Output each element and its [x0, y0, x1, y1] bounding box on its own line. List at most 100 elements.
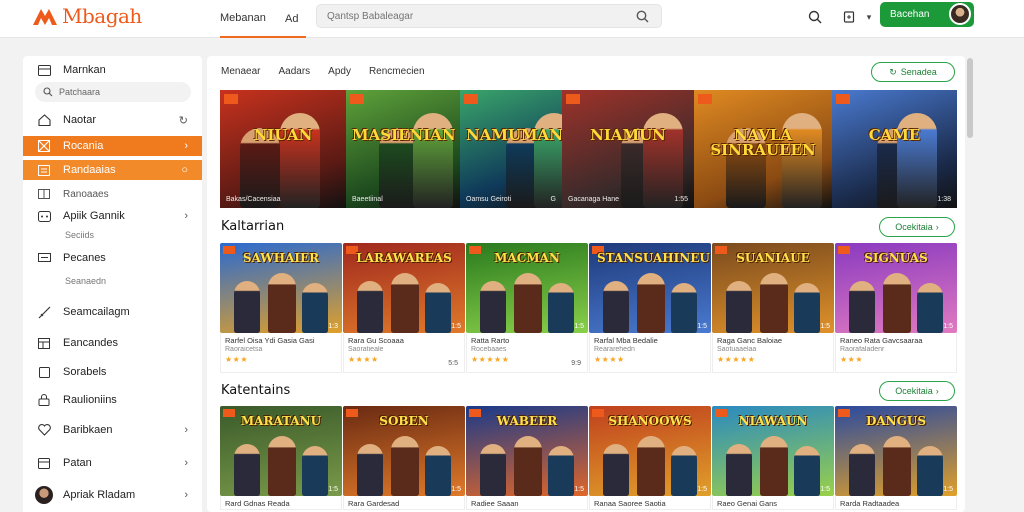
character-art — [302, 446, 328, 496]
character-art — [726, 281, 752, 333]
sidebar-item-label: Patan — [63, 457, 92, 469]
game-rank: 1:5 — [328, 486, 338, 493]
info-icon: ○ — [181, 164, 188, 176]
sidebar-item-eancandes[interactable]: Eancandes — [23, 333, 202, 353]
chevron-right-icon: › — [184, 140, 188, 152]
home-icon — [37, 113, 51, 127]
game-card[interactable]: LARAWAREAS 1:5 Rara Gu Scoaaa Saoratieal… — [343, 243, 465, 373]
sidebar-title: Marnkan — [23, 60, 202, 80]
hero-title: NAVLA SINRAUEEN — [710, 126, 816, 159]
hero-tile[interactable]: NAVLA SINRAUEEN — [694, 90, 832, 208]
sidebar-item-randaaias[interactable]: Randaaias ○ — [23, 160, 202, 180]
game-thumbnail[interactable]: SHANOOWS 1:5 — [589, 406, 711, 496]
game-row: MARATANU 1:5 Rard Gdnas Reada SOBEN 1:5 … — [220, 406, 957, 510]
hero-tile[interactable]: NAMUMAN Oamsu Geiroti G — [460, 90, 562, 208]
game-card[interactable]: SAWHAIER 1:3 Rarfel Oisa Ydi Gasia Gasi … — [220, 243, 342, 373]
character-art — [849, 281, 875, 333]
game-thumbnail[interactable]: SIGNUAS 1:5 — [835, 243, 957, 333]
search-icon[interactable] — [806, 8, 824, 26]
character-art — [760, 273, 788, 333]
logo[interactable]: Mbagah — [32, 4, 142, 28]
heart-icon — [37, 423, 51, 437]
game-thumbnail[interactable]: SUANIAUE 1:5 — [712, 243, 834, 333]
tab-aadars[interactable]: Aadars — [278, 66, 310, 77]
section-action-button[interactable]: Ocekitaia › — [879, 217, 955, 237]
new-badge — [224, 94, 238, 104]
sidebar-item-seamcailagm[interactable]: Seamcailagm — [23, 302, 202, 322]
tab-apdy[interactable]: Apdy — [328, 66, 351, 77]
sidebar-title-label: Marnkan — [63, 64, 106, 76]
tab-rencmecien[interactable]: Rencmecien — [369, 66, 425, 77]
sidebar-item-rocania[interactable]: Rocania › — [23, 136, 202, 156]
sidebar-item-label: Naotar — [63, 114, 97, 126]
see-all-button[interactable]: ↻ Senadea — [871, 62, 955, 82]
game-thumbnail[interactable]: SOBEN 1:5 — [343, 406, 465, 496]
game-thumbnail[interactable]: WABEER 1:5 — [466, 406, 588, 496]
tab-menaear[interactable]: Menaear — [221, 66, 260, 77]
game-rank: 1:5 — [820, 323, 830, 330]
bell-icon[interactable] — [840, 8, 858, 26]
search-bar[interactable] — [316, 4, 662, 28]
main-content: Menaear Aadars Apdy Rencmecien ↻ Senadea… — [207, 56, 965, 512]
sidebar-item-pecanes[interactable]: Pecanes — [23, 248, 202, 268]
hero-tile[interactable]: CAME 1:38 — [832, 90, 957, 208]
game-card[interactable]: NIAWAUN 1:5 Raeo Genai Gans — [712, 406, 834, 510]
sidebar-item-sorabels[interactable]: Sorabels — [23, 362, 202, 382]
game-thumbnail[interactable]: LARAWAREAS 1:5 — [343, 243, 465, 333]
chevron-right-icon: › — [184, 457, 188, 469]
section-title: Katentains — [221, 383, 291, 398]
nav-tab-label: Ad — [285, 13, 299, 25]
sidebar-item-patan[interactable]: Patan › — [23, 453, 202, 473]
game-card[interactable]: STANSUAHINEU 1:5 Rarfal Mba Bedalie Rear… — [589, 243, 711, 373]
search-input[interactable] — [317, 5, 617, 27]
game-card[interactable]: MARATANU 1:5 Rard Gdnas Reada — [220, 406, 342, 510]
hero-duration: G — [550, 196, 556, 203]
sidebar-item-raulioniins[interactable]: Raulioniins — [23, 390, 202, 410]
character-art — [268, 273, 296, 333]
sidebar-search[interactable]: Patchaara — [35, 82, 191, 102]
section-action-button[interactable]: Ocekitaia › — [879, 381, 955, 401]
chevron-down-icon[interactable]: ▾ — [860, 8, 878, 26]
game-title-art: DANGUS — [865, 414, 927, 428]
sidebar-subtext: Seanaedn — [65, 276, 107, 286]
sidebar-item-apriak-rladam[interactable]: Apriak Rladam › — [23, 485, 202, 505]
game-thumbnail[interactable]: MACMAN 1:5 — [466, 243, 588, 333]
game-title-art: MACMAN — [494, 251, 560, 265]
game-card[interactable]: SOBEN 1:5 Rara Gardesad — [343, 406, 465, 510]
game-card[interactable]: MACMAN 1:5 Ratta Rarto Rocebaaes ★★★★★ 9… — [466, 243, 588, 373]
sidebar-item-apiik-gannik[interactable]: Apiik Gannik › — [23, 206, 202, 226]
game-thumbnail[interactable]: NIAWAUN 1:5 — [712, 406, 834, 496]
character-art — [357, 281, 383, 333]
game-card[interactable]: WABEER 1:5 Radiee Saaan — [466, 406, 588, 510]
game-thumbnail[interactable]: STANSUAHINEU 1:5 — [589, 243, 711, 333]
sidebar-subtext: Seciids — [65, 230, 95, 240]
game-thumbnail[interactable]: SAWHAIER 1:3 — [220, 243, 342, 333]
logo-icon — [32, 5, 58, 27]
nav-tab-ad[interactable]: Ad — [285, 0, 298, 38]
game-thumbnail[interactable]: DANGUS 1:5 — [835, 406, 957, 496]
hero-tile[interactable]: NIUAN Bakas/Cacensiaa — [220, 90, 346, 208]
new-badge — [350, 94, 364, 104]
sidebar-item-label: Ranoaaes — [63, 188, 109, 200]
sidebar-item-baribkaen[interactable]: Baribkaen › — [23, 420, 202, 440]
game-thumbnail[interactable]: MARATANU 1:5 — [220, 406, 342, 496]
user-button[interactable]: Bacehan — [880, 2, 974, 27]
sidebar-item-naotar[interactable]: Naotar ↻ — [23, 110, 202, 130]
hero-tile[interactable]: MASIENIAN Baeetiinal — [346, 90, 460, 208]
sidebar: Marnkan Patchaara Naotar ↻ Rocania › Ran… — [23, 56, 202, 512]
sidebar-item-ranoaaes[interactable]: Ranoaaes — [23, 184, 202, 204]
game-card[interactable]: DANGUS 1:5 Rarda Radtaadea — [835, 406, 957, 510]
game-name: Rara Gardesad — [348, 499, 400, 508]
section-action-label: Ocekitaia — [895, 386, 933, 396]
list-icon — [37, 163, 51, 177]
card-info: Rarda Radtaadea — [835, 496, 957, 510]
card-info: Ratta Rarto Rocebaaes ★★★★★ 9:9 — [466, 333, 588, 373]
new-badge — [836, 94, 850, 104]
hero-tile[interactable]: NIAMUN Gacanaga Hane 1:55 — [562, 90, 694, 208]
game-card[interactable]: SHANOOWS 1:5 Ranaa Saoree Saotia — [589, 406, 711, 510]
new-badge — [698, 94, 712, 104]
search-icon[interactable] — [636, 10, 649, 26]
game-card[interactable]: SUANIAUE 1:5 Raga Ganc Baloiae Saotuaael… — [712, 243, 834, 373]
game-card[interactable]: SIGNUAS 1:5 Raneo Rata Gavcsaaraa Raoraf… — [835, 243, 957, 373]
scrollbar[interactable] — [967, 58, 973, 138]
